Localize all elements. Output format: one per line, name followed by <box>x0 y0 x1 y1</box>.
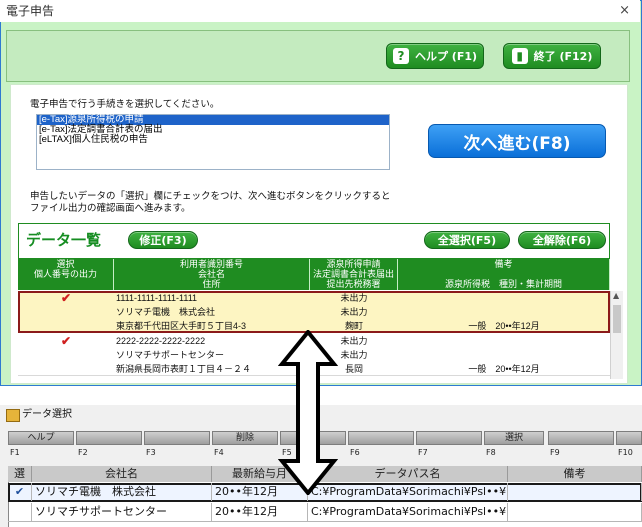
procedure-item[interactable]: [eLTAX]個人住民税の申告 <box>37 135 389 145</box>
select-all-button-label: 全選択(F5) <box>437 234 497 247</box>
f6-button[interactable] <box>348 431 414 445</box>
f7-button[interactable] <box>416 431 482 445</box>
grid-check-icon[interactable] <box>8 503 32 521</box>
row-status-1: 未出力 <box>340 293 368 303</box>
row-note: 一般 20••年12月 <box>468 364 540 374</box>
next-button[interactable]: 次へ進む(F8) <box>428 124 606 158</box>
exit-icon: ▮ <box>511 48 528 64</box>
f4-delete-button[interactable]: 削除 <box>212 431 278 445</box>
modify-button-label: 修正(F3) <box>139 234 187 247</box>
grid-check-icon[interactable]: ✔ <box>8 483 32 501</box>
modify-button[interactable]: 修正(F3) <box>128 231 198 249</box>
grid-header-company: 会社名 <box>32 466 212 482</box>
grid-path: C:¥ProgramData¥Sorimachi¥Psl••¥ <box>308 483 508 501</box>
grid-path: C:¥ProgramData¥Sorimachi¥Psl••¥ <box>308 503 508 521</box>
f1-help-button[interactable]: ヘルプ <box>8 431 74 445</box>
data-select-title: データ選択 <box>22 409 72 420</box>
header-note: 備考 源泉所得税 種別・集計期間 <box>398 259 610 290</box>
grid-note <box>508 483 642 501</box>
f10-button[interactable] <box>616 431 642 445</box>
procedure-list[interactable]: [e-Tax]源泉所得税の申請 [e-Tax]法定調書合計表の届出 [eLTAX… <box>36 114 390 170</box>
f2-button[interactable] <box>76 431 142 445</box>
f3-button[interactable] <box>144 431 210 445</box>
grid-header-select: 選 <box>8 466 32 482</box>
clear-all-button[interactable]: 全解除(F6) <box>518 231 606 249</box>
help-button[interactable]: ? ヘルプ (F1) <box>386 43 484 69</box>
row-company: ソリマチ電機 株式会社 <box>116 307 216 317</box>
grid-latest-month: 20••年12月 <box>212 503 308 521</box>
exit-button[interactable]: ▮ 終了 (F12) <box>503 43 601 69</box>
grid-header-note: 備考 <box>508 466 642 482</box>
row-user-id: 1111-1111-1111-1111 <box>116 293 198 303</box>
fkey-label: F9 <box>550 448 560 457</box>
selection-instruction-line2: ファイル出力の確認画面へ進みます。 <box>30 203 191 214</box>
fkey-label: F7 <box>418 448 428 457</box>
app-icon <box>6 409 20 422</box>
grid-company: ソリマチ電機 株式会社 <box>32 483 212 501</box>
fkey-label: F4 <box>214 448 224 457</box>
f9-button[interactable] <box>548 431 614 445</box>
grid-header-path: データパス名 <box>308 466 508 482</box>
window-titlebar: 電子申告 × <box>0 0 640 22</box>
fkey-label: F8 <box>486 448 496 457</box>
f8-select-button[interactable]: 選択 <box>484 431 544 445</box>
procedure-instruction: 電子申告で行う手続きを選択してください。 <box>30 99 220 110</box>
fkey-label: F6 <box>350 448 360 457</box>
help-button-label: ヘルプ (F1) <box>414 50 478 63</box>
help-icon: ? <box>392 48 409 64</box>
table-scrollbar[interactable]: ▲ <box>610 291 623 379</box>
row-checkmark-icon[interactable]: ✔ <box>18 335 114 347</box>
row-status-2: 未出力 <box>340 307 368 317</box>
double-arrow-icon <box>278 330 338 495</box>
clear-all-button-label: 全解除(F6) <box>532 234 592 247</box>
grid-company: ソリマチサポートセンター <box>32 503 212 521</box>
header-id-company-address: 利用者識別番号 会社名 住所 <box>114 259 310 290</box>
row-checkmark-icon[interactable]: ✔ <box>18 292 114 304</box>
row-note: 一般 20••年12月 <box>468 321 540 331</box>
data-list-title: データ一覧 <box>26 231 102 249</box>
fkey-label: F10 <box>618 448 633 457</box>
exit-button-label: 終了 (F12) <box>533 50 593 63</box>
header-select: 選択 個人番号の出力 <box>18 259 114 290</box>
select-all-button[interactable]: 全選択(F5) <box>424 231 510 249</box>
scroll-thumb[interactable] <box>613 305 621 333</box>
fkey-label: F2 <box>78 448 88 457</box>
fkey-label: F3 <box>146 448 156 457</box>
close-icon[interactable]: × <box>619 0 630 22</box>
scroll-up-icon[interactable]: ▲ <box>613 291 619 300</box>
grid-note <box>508 503 642 521</box>
window-title: 電子申告 <box>6 4 55 18</box>
fkey-label: F1 <box>10 448 20 457</box>
header-status: 源泉所得申請 法定調書合計表届出 提出先税務署 <box>310 259 398 290</box>
